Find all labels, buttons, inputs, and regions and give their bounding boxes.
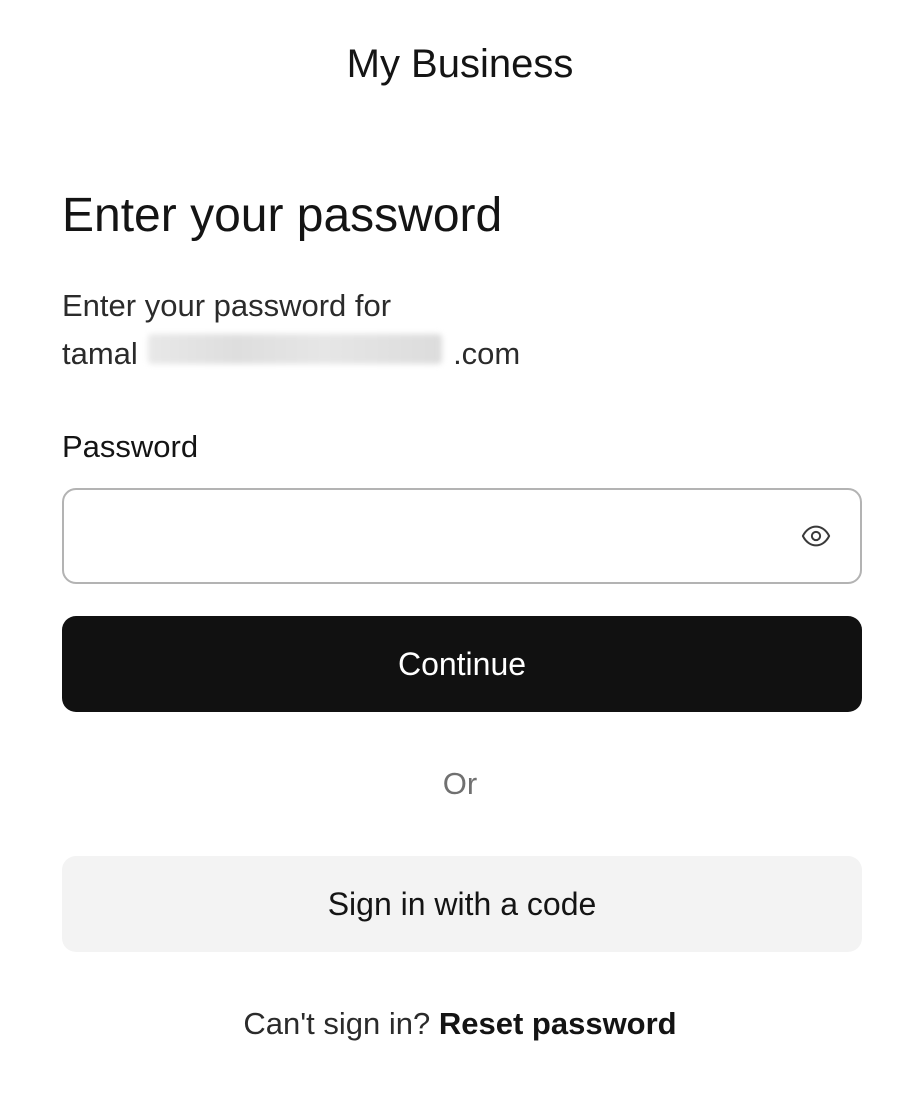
email-suffix: .com xyxy=(453,336,521,371)
brand-title: My Business xyxy=(346,42,574,86)
password-input[interactable] xyxy=(86,490,770,584)
email-prefix: tamal xyxy=(62,336,138,371)
reset-password-link[interactable]: Reset password xyxy=(439,1006,677,1041)
password-label: Password xyxy=(62,429,199,464)
password-prompt-text: Enter your password for xyxy=(62,288,392,323)
reset-footer: Can't sign in? Reset password xyxy=(0,1002,920,1046)
or-divider: Or xyxy=(442,766,478,801)
continue-button[interactable]: Continue xyxy=(62,616,862,712)
sign-in-with-code-button[interactable]: Sign in with a code xyxy=(62,856,862,952)
password-prompt: Enter your password for tamal .com xyxy=(62,282,520,378)
show-password-toggle[interactable] xyxy=(800,520,832,552)
page-title: Enter your password xyxy=(62,189,503,242)
eye-icon xyxy=(801,525,831,547)
account-email: tamal .com xyxy=(62,330,520,378)
password-field xyxy=(62,488,862,584)
email-redacted-blur xyxy=(148,334,443,364)
cant-sign-in-text: Can't sign in? xyxy=(243,1006,431,1041)
